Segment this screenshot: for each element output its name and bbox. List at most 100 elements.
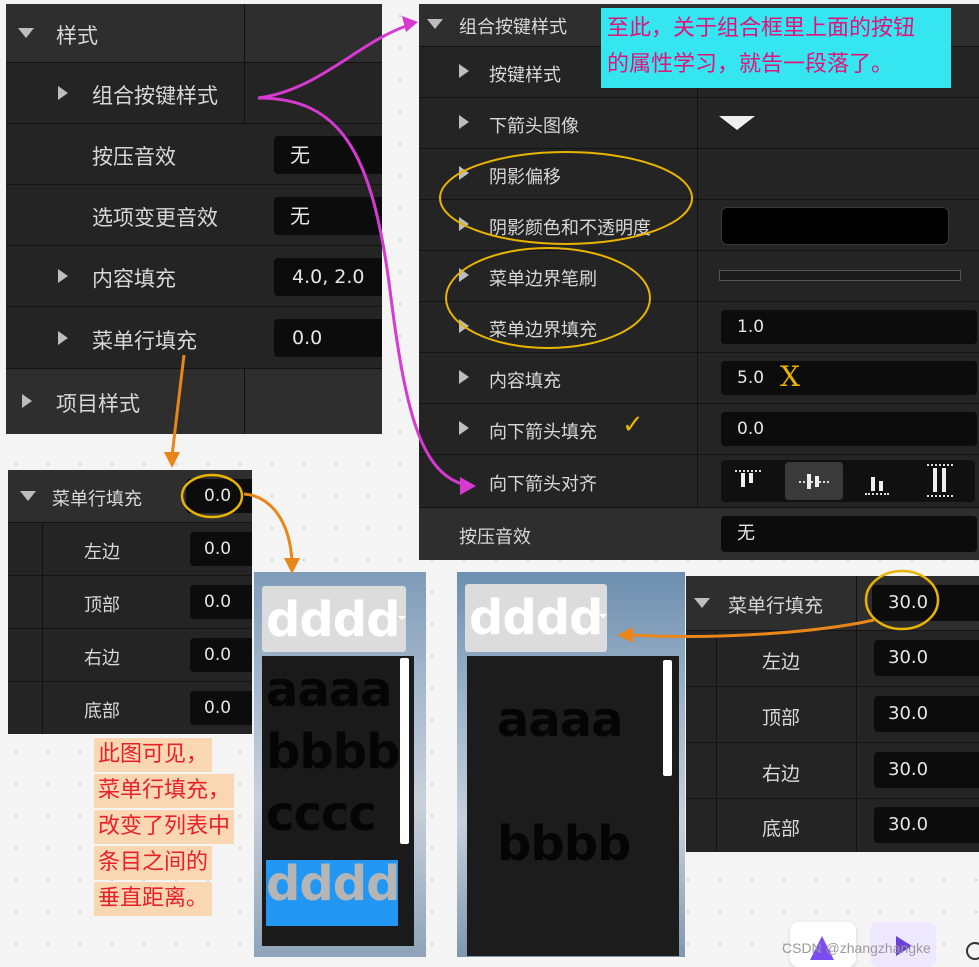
padding-right-input[interactable]: 0.0 — [190, 638, 252, 672]
menu-border-brush-label: 菜单边界笔刷 — [489, 269, 597, 290]
summary-note: 至此，关于组合框里上面的按钮 的属性学习，就告一段落了。 — [601, 8, 951, 88]
down-arrow-image-row[interactable]: 下箭头图像 — [419, 98, 979, 149]
padding-top-input[interactable]: 30.0 — [874, 696, 979, 732]
menu-row-padding-label: 菜单行填充 — [92, 329, 197, 353]
content-padding-label: 内容填充 — [92, 267, 176, 291]
orange-arrowhead-icon — [164, 452, 180, 468]
column-divider — [697, 47, 698, 507]
column-divider — [856, 576, 857, 852]
collapse-arrow-icon[interactable] — [18, 28, 34, 38]
explanation-line1: 此图可见， — [94, 738, 213, 772]
list-scrollbar[interactable] — [663, 660, 672, 776]
list-item-bbbb[interactable]: bbbb — [266, 724, 400, 780]
collapse-arrow-icon[interactable] — [694, 598, 710, 608]
padding-bottom-label: 底部 — [84, 701, 120, 722]
combobox-down-arrow-icon[interactable] — [398, 616, 406, 620]
menu-row-padding-header-row[interactable]: 菜单行填充 0.0 — [8, 470, 252, 523]
expand-arrow-icon[interactable] — [459, 268, 469, 282]
shadow-offset-label: 阴影偏移 — [489, 167, 561, 188]
menu-row-padding-header-row[interactable]: 菜单行填充 30.0 — [686, 576, 979, 631]
zoom-circle-icon[interactable] — [966, 942, 979, 960]
column-divider — [42, 523, 43, 734]
padding-bottom-input[interactable]: 0.0 — [190, 691, 252, 725]
expand-arrow-icon[interactable] — [58, 86, 68, 100]
list-item-cccc[interactable]: cccc — [266, 786, 377, 842]
expand-arrow-icon[interactable] — [459, 370, 469, 384]
list-scrollbar[interactable] — [400, 658, 409, 844]
watermark-text: CSDN @zhangzhangke — [782, 940, 931, 956]
align-center-icon[interactable] — [785, 462, 843, 500]
list-item-bbbb[interactable]: bbbb — [497, 816, 631, 872]
padding-right-label: 右边 — [762, 763, 801, 785]
expand-arrow-icon[interactable] — [459, 115, 469, 129]
expand-arrow-icon[interactable] — [459, 421, 469, 435]
combobox-selected-box[interactable]: dddd — [262, 586, 406, 652]
combobox-dropdown-list: aaaa bbbb — [467, 656, 679, 956]
expand-arrow-icon[interactable] — [459, 217, 469, 231]
expand-arrow-icon[interactable] — [459, 319, 469, 333]
menu-row-padding-input[interactable]: 0.0 — [274, 319, 382, 357]
shadow-offset-row[interactable]: 阴影偏移 — [419, 149, 979, 200]
item-style-row[interactable]: 项目样式 — [6, 369, 382, 434]
menu-border-brush-row[interactable]: 菜单边界笔刷 — [419, 251, 979, 302]
combobox-dropdown-list: aaaa bbbb cccc dddd — [262, 656, 414, 946]
padding-right-input[interactable]: 30.0 — [874, 752, 979, 788]
column-divider — [244, 63, 245, 123]
style-panel: 样式 组合按键样式 按压音效 无 选项变更音效 无 内容填充 4.0, 2.0 … — [6, 4, 382, 434]
shadow-color-swatch[interactable] — [721, 207, 949, 245]
content-padding-row[interactable]: 内容填充 5.0 — [419, 353, 979, 404]
menu-border-padding-row[interactable]: 菜单边界填充 1.0 — [419, 302, 979, 353]
combo-style-label: 组合按键样式 — [92, 84, 218, 108]
collapse-arrow-icon[interactable] — [20, 491, 36, 501]
down-arrow-padding-input[interactable]: 0.0 — [721, 412, 977, 446]
expand-arrow-icon[interactable] — [459, 64, 469, 78]
expand-arrow-icon[interactable] — [58, 331, 68, 345]
down-arrow-padding-label: 向下箭头填充 — [489, 422, 597, 443]
content-padding-input[interactable]: 4.0, 2.0 — [274, 258, 382, 296]
combobox-selected-box[interactable]: dddd — [465, 584, 607, 652]
list-item-aaaa[interactable]: aaaa — [266, 662, 393, 718]
padding-left-input[interactable]: 30.0 — [874, 640, 979, 676]
padding-left-row: 左边 0.0 — [8, 523, 252, 576]
menu-row-padding-header-input[interactable]: 0.0 — [186, 479, 252, 513]
combo-style-row[interactable]: 组合按键样式 — [6, 63, 382, 124]
expand-arrow-icon[interactable] — [58, 269, 68, 283]
menu-row-padding-header-label: 菜单行填充 — [728, 595, 824, 617]
down-arrow-align-row: 向下箭头对齐 — [419, 455, 979, 508]
list-item-aaaa[interactable]: aaaa — [497, 692, 624, 748]
down-arrow-padding-row[interactable]: 向下箭头填充 0.0 — [419, 404, 979, 455]
press-sound-select[interactable]: 无 — [274, 136, 382, 174]
shadow-color-row[interactable]: 阴影颜色和不透明度 — [419, 200, 979, 251]
padding-left-input[interactable]: 0.0 — [190, 532, 252, 566]
menu-border-padding-input[interactable]: 1.0 — [721, 310, 977, 344]
menu-border-brush-preview[interactable] — [719, 270, 961, 281]
menu-row-padding-panel-thirty: 菜单行填充 30.0 左边 30.0 顶部 30.0 右边 30.0 底部 30… — [686, 576, 979, 852]
collapse-arrow-icon[interactable] — [427, 19, 443, 29]
align-bottom-icon[interactable] — [863, 468, 891, 496]
content-padding-input[interactable]: 5.0 — [721, 361, 977, 395]
style-header-row[interactable]: 样式 — [6, 4, 382, 63]
shadow-color-label: 阴影颜色和不透明度 — [489, 218, 651, 239]
option-change-sound-select[interactable]: 无 — [274, 197, 382, 235]
menu-row-padding-header-label: 菜单行填充 — [52, 489, 142, 510]
expand-arrow-icon[interactable] — [22, 394, 32, 408]
option-change-sound-row: 选项变更音效 无 — [6, 185, 382, 246]
menu-row-padding-header-input[interactable]: 30.0 — [872, 585, 979, 621]
align-top-icon[interactable] — [735, 468, 763, 494]
list-item-dddd-selected[interactable]: dddd — [266, 856, 400, 912]
padding-top-input[interactable]: 0.0 — [190, 585, 252, 619]
expand-arrow-icon[interactable] — [459, 166, 469, 180]
padding-bottom-input[interactable]: 30.0 — [874, 807, 979, 843]
explanation-line3: 改变了列表中 — [94, 810, 235, 844]
down-arrow-preview-icon[interactable] — [719, 116, 755, 130]
explanation-line2: 菜单行填充， — [94, 774, 235, 808]
padding-right-label: 右边 — [84, 648, 120, 669]
press-sound-select[interactable]: 无 — [721, 516, 977, 552]
summary-note-line1: 至此，关于组合框里上面的按钮 — [607, 16, 916, 41]
combobox-preview-compact: dddd aaaa bbbb cccc dddd — [254, 572, 426, 957]
padding-top-row: 顶部 0.0 — [8, 576, 252, 629]
explanation-line5: 垂直距离。 — [94, 882, 213, 916]
combobox-down-arrow-icon[interactable] — [599, 614, 607, 618]
align-fill-icon[interactable] — [925, 464, 955, 498]
padding-bottom-label: 底部 — [762, 818, 801, 840]
